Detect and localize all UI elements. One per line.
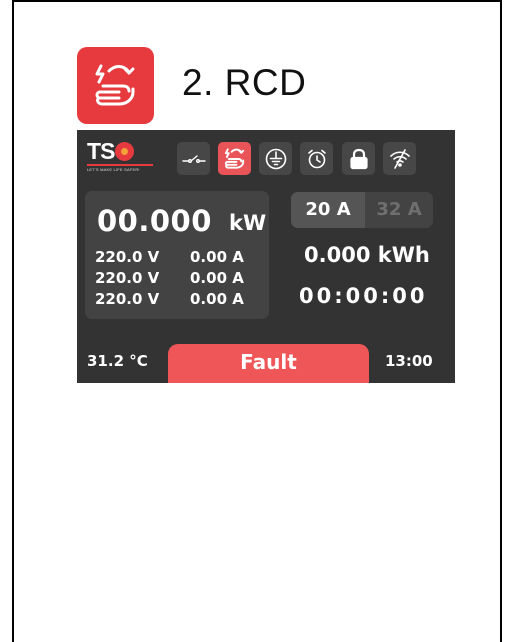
phase-current: 0.00 A xyxy=(190,248,244,266)
current-limit-32a-button[interactable]: 32 A xyxy=(365,192,433,228)
phase-current: 0.00 A xyxy=(190,290,244,308)
session-timer: 00:00:00 xyxy=(299,284,428,308)
power-value: 00.000 xyxy=(97,204,212,238)
status-badge: Fault xyxy=(168,344,369,383)
clock-readout: 13:00 xyxy=(385,352,433,370)
phase-row-2: 220.0 V 0.00 A xyxy=(95,269,244,287)
energy-readout: 0.000 kWh xyxy=(304,243,430,267)
phase-voltage: 220.0 V xyxy=(95,269,160,287)
phase-voltage: 220.0 V xyxy=(95,248,160,266)
ground-icon xyxy=(259,142,292,175)
wifi-off-icon xyxy=(383,142,416,175)
tso-logo: TS LET'S MAKE LIFE SAFER! xyxy=(87,140,157,176)
current-limit-20a-button[interactable]: 20 A xyxy=(291,192,365,228)
phase-current: 0.00 A xyxy=(190,269,244,287)
current-limit-selector[interactable]: 20 A 32 A xyxy=(291,192,433,228)
phase-row-1: 220.0 V 0.00 A xyxy=(95,248,244,266)
power-unit: kW xyxy=(229,211,267,235)
rcd-active-icon xyxy=(218,142,251,175)
phase-row-3: 220.0 V 0.00 A xyxy=(95,290,244,308)
temperature-readout: 31.2 °C xyxy=(87,352,148,370)
lock-icon xyxy=(342,142,375,175)
switch-icon xyxy=(177,142,210,175)
alarm-clock-icon xyxy=(300,142,333,175)
measurement-panel: 00.000 kW 220.0 V 0.00 A 220.0 V 0.00 A … xyxy=(85,191,269,319)
rcd-hand-icon xyxy=(77,47,154,124)
status-icon-bar: TS LET'S MAKE LIFE SAFER! xyxy=(77,130,455,186)
phase-voltage: 220.0 V xyxy=(95,290,160,308)
logo-tagline: LET'S MAKE LIFE SAFER! xyxy=(87,167,140,172)
charger-screen: TS LET'S MAKE LIFE SAFER! 00.000 kW 220.… xyxy=(77,130,455,383)
page-title: 2. RCD xyxy=(182,62,307,103)
